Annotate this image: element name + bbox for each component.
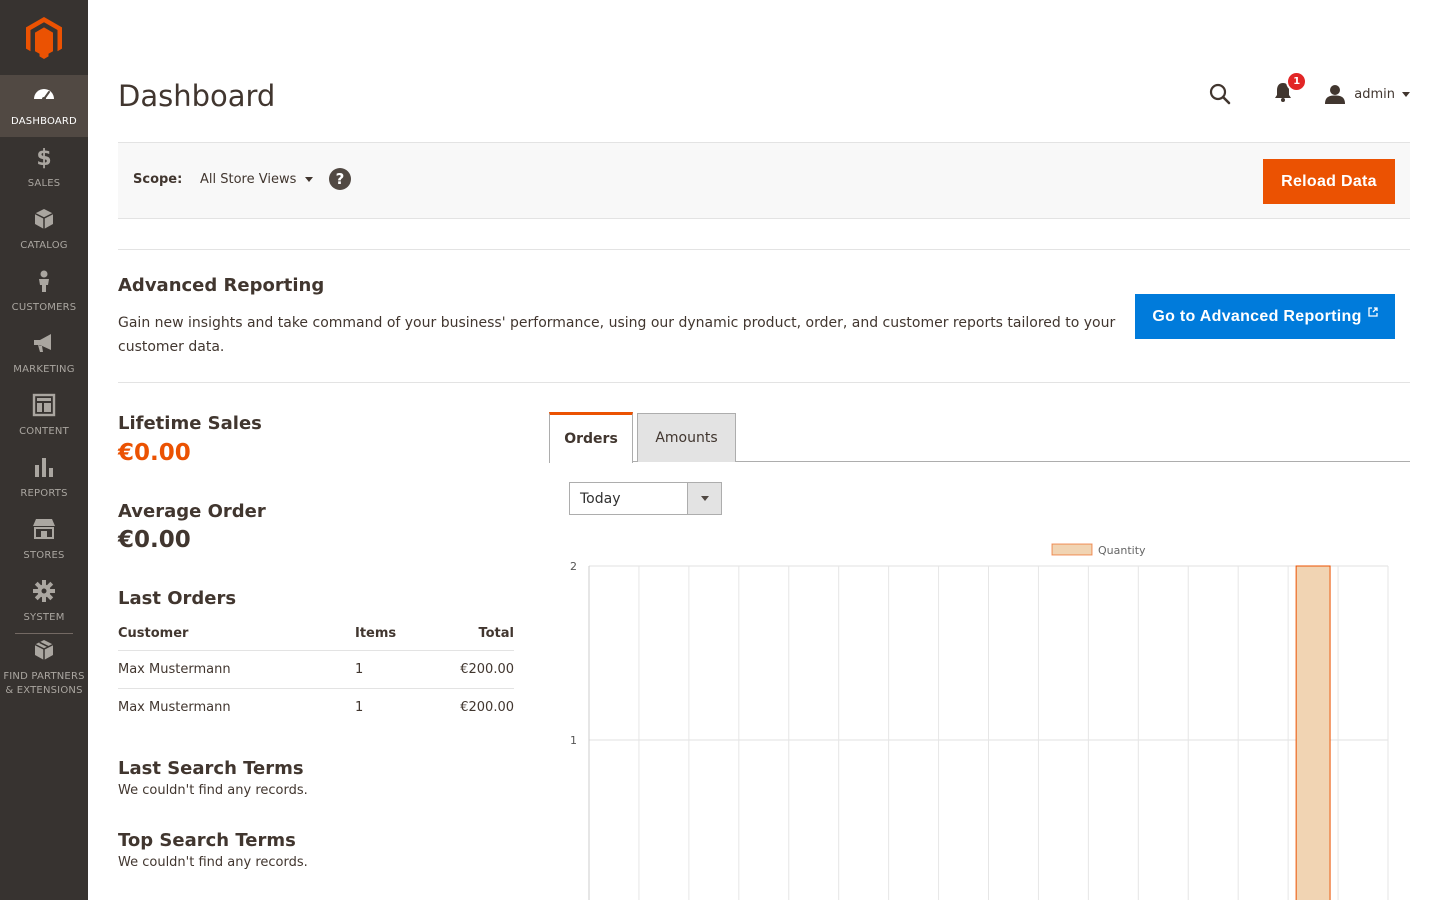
sidebar-item-dashboard[interactable]: DASHBOARD xyxy=(0,75,88,137)
top-search-empty-message: We couldn't find any records. xyxy=(118,855,308,870)
sidebar-item-reports[interactable]: REPORTS xyxy=(0,447,88,509)
dollar-icon: $ xyxy=(32,145,56,177)
sidebar-item-system[interactable]: SYSTEM xyxy=(0,571,88,633)
store-icon xyxy=(32,517,56,549)
tab-orders[interactable]: Orders xyxy=(549,412,633,463)
legend-swatch xyxy=(1051,543,1093,556)
caret-down-icon xyxy=(1402,91,1410,97)
order-total: €200.00 xyxy=(445,650,514,689)
sidebar-item-find-partners[interactable]: FIND PARTNERS & EXTENSIONS xyxy=(0,634,88,702)
lifetime-sales-label: Lifetime Sales xyxy=(118,413,262,434)
y-tick-label: 1 xyxy=(570,734,577,747)
chart-tabs: Orders Amounts xyxy=(549,412,1410,463)
dashboard-icon xyxy=(32,83,56,115)
last-orders-title: Last Orders xyxy=(118,588,237,609)
order-customer: Max Mustermann xyxy=(118,699,231,715)
sidebar-item-label: SALES xyxy=(27,178,61,189)
column-header-total: Total xyxy=(445,617,514,651)
average-order-value: €0.00 xyxy=(118,527,191,553)
help-icon[interactable]: ? xyxy=(329,168,351,190)
period-select-value: Today xyxy=(580,490,621,507)
person-icon xyxy=(32,269,56,301)
sidebar-item-label: MARKETING xyxy=(13,364,75,375)
store-view-switcher[interactable]: All Store Views xyxy=(200,172,314,187)
order-items: 1 xyxy=(355,699,364,715)
sidebar-item-label: FIND PARTNERS xyxy=(3,671,85,682)
last-orders-table: Customer Items Total Max Mustermann 1 €2… xyxy=(118,617,514,726)
table-row[interactable]: Max Mustermann 1 €200.00 xyxy=(118,688,514,726)
column-header-items: Items xyxy=(355,617,445,651)
admin-username: admin xyxy=(1354,86,1395,102)
chevron-down-icon xyxy=(687,483,721,514)
table-row[interactable]: Max Mustermann 1 €200.00 xyxy=(118,650,514,689)
main-content: Dashboard 1 admin Scope: All Store Views xyxy=(118,0,1410,900)
sidebar-item-marketing[interactable]: MARKETING xyxy=(0,323,88,385)
divider xyxy=(118,249,1410,250)
gear-icon xyxy=(32,579,56,611)
header-actions: 1 admin xyxy=(1208,71,1410,108)
sidebar-item-label: SYSTEM xyxy=(23,612,65,623)
caret-down-icon xyxy=(305,177,314,182)
scope-label: Scope: xyxy=(133,172,183,187)
column-header-customer: Customer xyxy=(118,617,355,651)
sidebar-item-label: DASHBOARD xyxy=(11,116,77,127)
sidebar-item-label: & EXTENSIONS xyxy=(5,685,83,696)
admin-user-menu[interactable]: admin xyxy=(1325,84,1410,104)
orders-chart: 2 1 Quantity xyxy=(570,543,1389,900)
top-search-terms-title: Top Search Terms xyxy=(118,830,296,851)
last-search-empty-message: We couldn't find any records. xyxy=(118,783,308,798)
sidebar-item-label: CONTENT xyxy=(19,426,69,437)
page-title: Dashboard xyxy=(118,79,276,113)
sidebar-item-label: REPORTS xyxy=(20,488,68,499)
bar-chart-icon xyxy=(32,455,56,487)
scope-bar: Scope: All Store Views ? Reload Data xyxy=(118,142,1410,219)
notification-badge: 1 xyxy=(1286,71,1308,92)
table-header-row: Customer Items Total xyxy=(118,617,514,651)
y-tick-label: 2 xyxy=(570,560,577,573)
sidebar: DASHBOARD $ SALES CATALOG CUSTOMERS MARKETING… xyxy=(0,0,88,900)
order-customer: Max Mustermann xyxy=(118,650,355,689)
tab-amounts[interactable]: Amounts xyxy=(637,413,736,462)
megaphone-icon xyxy=(32,331,56,363)
notifications-button[interactable]: 1 xyxy=(1274,71,1308,106)
period-select[interactable]: Today xyxy=(569,482,722,515)
sidebar-item-label: STORES xyxy=(23,550,65,561)
lifetime-sales-value: €0.00 xyxy=(118,440,191,466)
sidebar-item-sales[interactable]: $ SALES xyxy=(0,137,88,199)
boxes-icon xyxy=(32,638,56,670)
advanced-reporting-button-label: Go to Advanced Reporting xyxy=(1152,307,1362,325)
order-items: 1 xyxy=(355,650,445,689)
advanced-reporting-description: Gain new insights and take command of yo… xyxy=(118,315,1116,355)
layout-icon xyxy=(32,393,56,425)
legend-label: Quantity xyxy=(1098,544,1146,557)
search-icon[interactable] xyxy=(1208,82,1232,106)
last-search-terms-title: Last Search Terms xyxy=(118,758,304,779)
sidebar-item-label: CATALOG xyxy=(20,240,68,251)
average-order-label: Average Order xyxy=(118,501,266,522)
magento-logo[interactable] xyxy=(0,0,88,75)
order-total: €200.00 xyxy=(460,699,514,715)
divider xyxy=(118,382,1410,383)
sidebar-item-customers[interactable]: CUSTOMERS xyxy=(0,261,88,323)
go-to-advanced-reporting-button[interactable]: Go to Advanced Reporting xyxy=(1135,294,1395,339)
svg-text:$: $ xyxy=(36,146,51,169)
external-link-icon xyxy=(1367,306,1378,317)
sidebar-nav: DASHBOARD $ SALES CATALOG CUSTOMERS MARKETING… xyxy=(0,75,88,633)
box-icon xyxy=(32,207,56,239)
user-icon xyxy=(1325,84,1346,104)
sidebar-item-content[interactable]: CONTENT xyxy=(0,385,88,447)
reload-data-button[interactable]: Reload Data xyxy=(1263,159,1395,204)
sidebar-item-label: CUSTOMERS xyxy=(11,302,77,313)
sidebar-item-stores[interactable]: STORES xyxy=(0,509,88,571)
advanced-reporting-title: Advanced Reporting xyxy=(118,275,325,296)
chart-bar xyxy=(1295,565,1331,900)
store-view-value: All Store Views xyxy=(200,172,297,187)
sidebar-item-catalog[interactable]: CATALOG xyxy=(0,199,88,261)
